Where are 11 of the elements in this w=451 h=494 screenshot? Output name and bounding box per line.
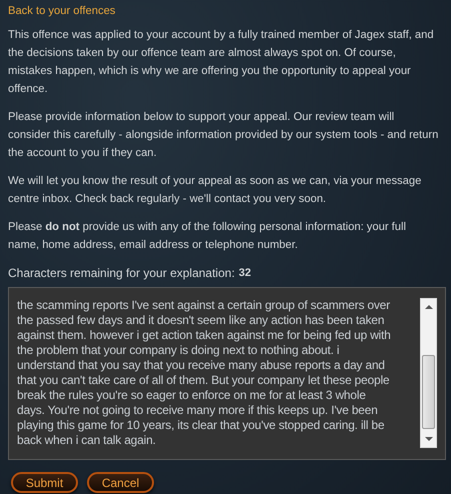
paragraph: Please do not provide us with any of the following personal information: your full name, home address, email address or telephone number. <box>8 220 407 253</box>
cancel-button[interactable]: Cancel <box>87 472 154 493</box>
scrollbar[interactable] <box>420 298 437 448</box>
paragraph: This offence was applied to your account by a fully trained member of Jagex staff, and the decisions taken by our offence team are almost always spot on. Of course, mistakes happen, which is why we are offering you the opportunity to appeal your offence. <box>8 28 435 97</box>
counter-label: Characters remaining for your explanation: <box>8 265 235 282</box>
paragraph: Please provide information below to support your appeal. Our review team will consider this carefully - alongside information provided by our system tools - and return the account to you if they can. <box>8 110 440 161</box>
submit-button[interactable]: Submit <box>11 472 78 493</box>
counter-value: 32 <box>238 266 252 281</box>
paragraph: We will let you know the result of your appeal as soon as we can, via your message centre inbox. Check back regularly - we'll contact you very soon. <box>8 174 422 207</box>
back-link[interactable]: Back to your offences <box>8 2 443 20</box>
explanation-field[interactable]: the scamming reports I've sent against a certain group of scammers over the passed few days and it doesn't seem like any action has been taken against them. however i get action taken against me for being fed up with the problem that your company is doing next to nothing about. i understand that you say that you receive many abuse reports a day and that you can't take care of all of them. But your company let these people break the rules you're so eager to enforce on me for at least 3 whole days. You're not going to receive many more if this keeps up. I've been playing this game for 10 years, its clear that you've stopped caring. ill be back when i can talk again. <box>8 287 446 460</box>
